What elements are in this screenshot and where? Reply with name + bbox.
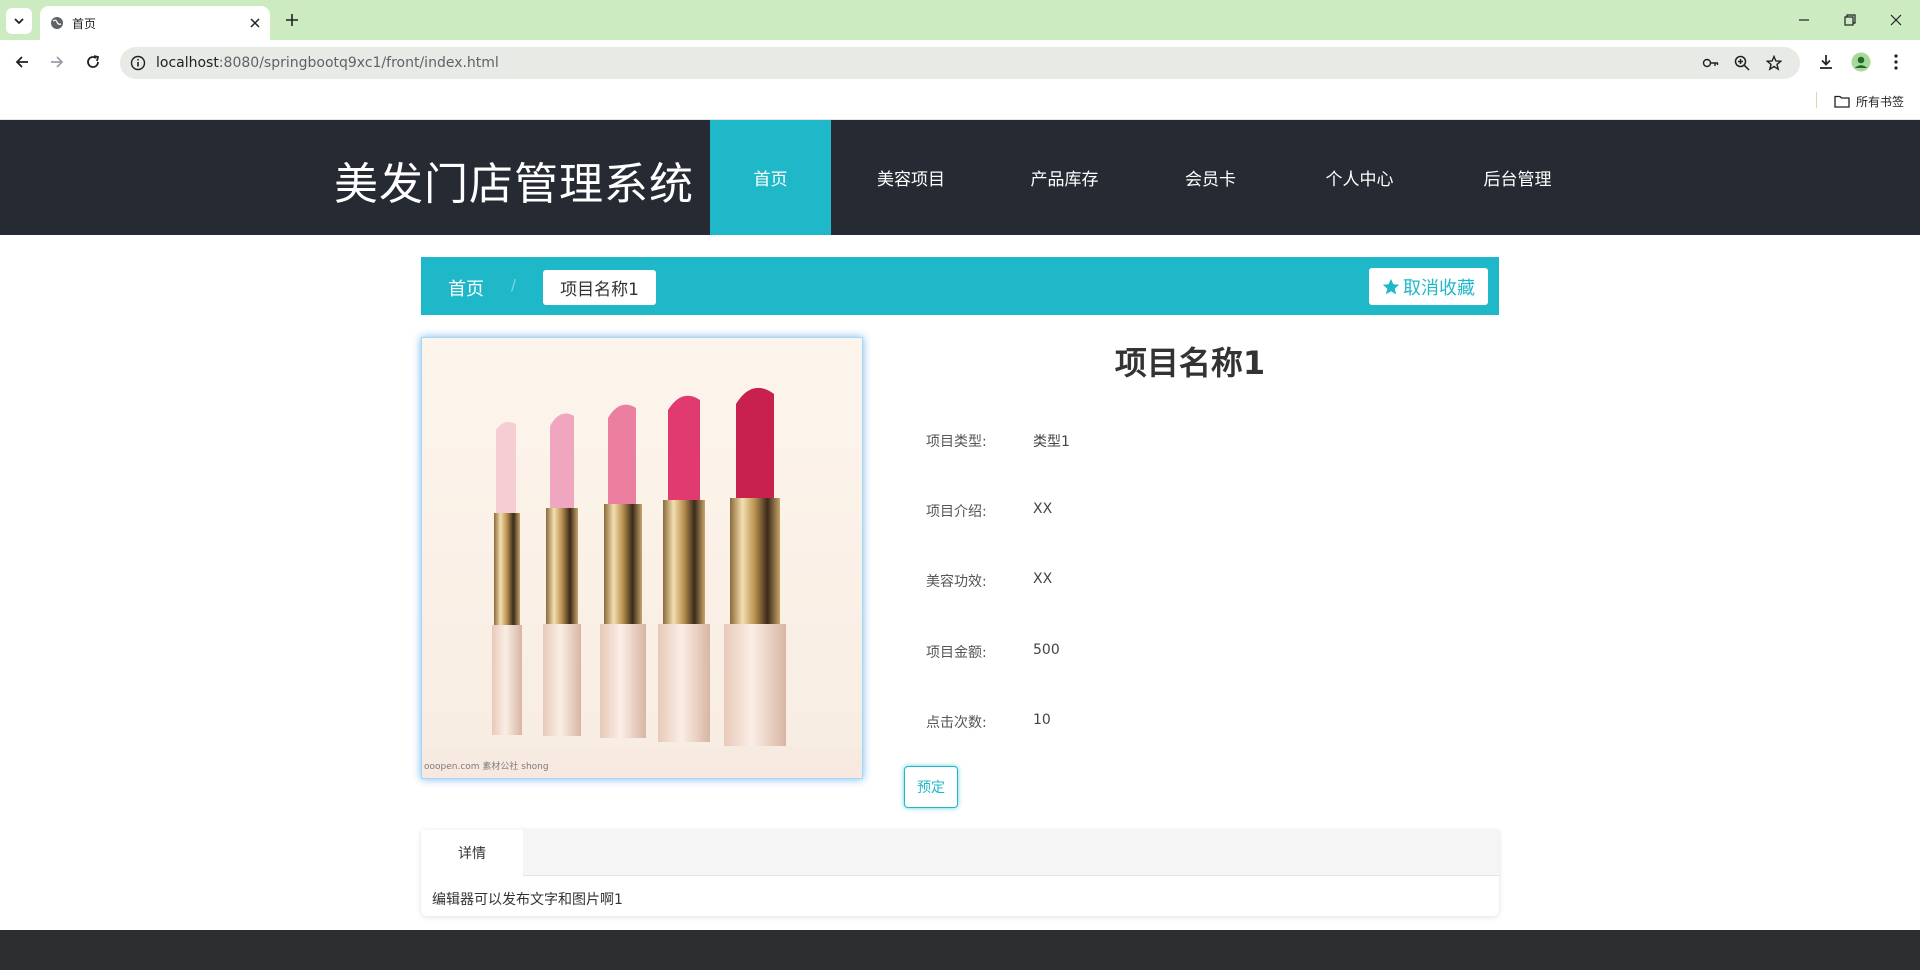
site-info-icon[interactable] <box>130 55 146 75</box>
menu-item-home[interactable]: 首页 <box>710 120 831 235</box>
url-path: :8080/springbootq9xc1/front/index.html <box>218 55 499 71</box>
new-tab-icon[interactable] <box>282 10 302 30</box>
star-icon <box>1382 278 1400 294</box>
minimize-icon[interactable] <box>1792 10 1816 30</box>
field-label-clicks: 点击次数: <box>926 715 987 731</box>
detail-content: 编辑器可以发布文字和图片啊1 <box>432 892 623 908</box>
address-bar[interactable]: localhost:8080/springbootq9xc1/front/ind… <box>120 47 1800 79</box>
field-value-type: 类型1 <box>1033 434 1070 450</box>
close-window-icon[interactable] <box>1884 10 1908 30</box>
field-value-intro: XX <box>1033 501 1053 517</box>
url-host: localhost <box>156 55 219 71</box>
field-label-effect: 美容功效: <box>926 574 987 590</box>
detail-tab-strip: 详情 <box>421 830 1499 876</box>
password-key-icon[interactable] <box>1702 54 1720 72</box>
chevron-down-icon <box>14 18 24 25</box>
more-menu-icon[interactable] <box>1884 50 1908 74</box>
forward-arrow-icon[interactable] <box>45 50 69 74</box>
browser-tab-strip: 首页 <box>0 0 1920 40</box>
site-logo-title[interactable]: 美发门店管理系统 <box>334 148 694 212</box>
all-bookmarks-label: 所有书签 <box>1856 94 1905 109</box>
globe-icon <box>50 15 64 34</box>
product-title: 项目名称1 <box>1114 344 1266 382</box>
tab-close-icon[interactable] <box>245 13 265 33</box>
reload-icon[interactable] <box>81 50 105 74</box>
breadcrumb-separator: / <box>511 276 517 294</box>
field-label-intro: 项目介绍: <box>926 504 987 520</box>
restore-icon[interactable] <box>1838 10 1862 30</box>
tab-search-button[interactable] <box>6 8 32 34</box>
menu-item-admin[interactable]: 后台管理 <box>1436 120 1599 235</box>
breadcrumb-home-link[interactable]: 首页 <box>448 275 484 301</box>
url-text[interactable]: localhost:8080/springbootq9xc1/front/ind… <box>156 55 499 71</box>
product-image[interactable]: ooopen.com 素材公社 shong <box>421 337 863 779</box>
menu-item-member-card[interactable]: 会员卡 <box>1138 120 1283 235</box>
breadcrumb-current: 项目名称1 <box>543 270 656 305</box>
download-icon[interactable] <box>1814 50 1838 74</box>
image-watermark-caption: ooopen.com 素材公社 shong <box>424 762 549 772</box>
tab-title: 首页 <box>72 17 97 31</box>
unfavorite-label: 取消收藏 <box>1403 277 1475 299</box>
detail-panel: 详情 编辑器可以发布文字和图片啊1 <box>421 830 1499 916</box>
bookmark-star-icon[interactable] <box>1765 54 1783 72</box>
lipsticks-illustration <box>422 338 862 778</box>
field-value-price: 500 <box>1033 642 1060 658</box>
back-arrow-icon[interactable] <box>10 50 34 74</box>
main-menu: 首页 美容项目 产品库存 会员卡 个人中心 后台管理 <box>710 120 1599 235</box>
bookmarks-bar: 所有书签 <box>0 84 1920 120</box>
field-label-type: 项目类型: <box>926 434 987 450</box>
browser-toolbar: localhost:8080/springbootq9xc1/front/ind… <box>0 40 1920 84</box>
site-header: 美发门店管理系统 首页 美容项目 产品库存 会员卡 个人中心 后台管理 <box>0 120 1920 235</box>
unfavorite-button[interactable]: 取消收藏 <box>1369 268 1488 305</box>
field-value-clicks: 10 <box>1033 712 1051 728</box>
all-bookmarks-button[interactable]: 所有书签 <box>1834 91 1904 111</box>
tab-details[interactable]: 详情 <box>421 830 523 876</box>
menu-item-product-inventory[interactable]: 产品库存 <box>991 120 1138 235</box>
breadcrumb: 首页 / 项目名称1 取消收藏 <box>421 257 1499 315</box>
zoom-icon[interactable] <box>1733 54 1751 72</box>
menu-item-beauty-projects[interactable]: 美容项目 <box>831 120 991 235</box>
site-footer <box>0 930 1920 970</box>
field-label-price: 项目金额: <box>926 645 987 661</box>
field-value-effect: XX <box>1033 571 1053 587</box>
book-button[interactable]: 预定 <box>904 766 958 808</box>
bookmarks-divider <box>1816 92 1817 108</box>
folder-icon <box>1834 95 1850 108</box>
menu-item-personal-center[interactable]: 个人中心 <box>1283 120 1436 235</box>
browser-tab[interactable]: 首页 <box>40 6 270 40</box>
profile-avatar-icon[interactable] <box>1849 50 1873 74</box>
